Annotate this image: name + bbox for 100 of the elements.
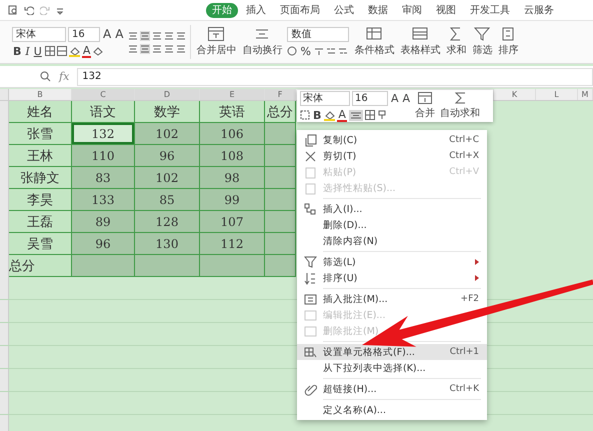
font-color-button[interactable]: A — [337, 108, 347, 122]
font-name-field[interactable]: 宋体 — [300, 90, 350, 106]
table-cell: 128 — [135, 211, 200, 233]
merge-icon — [208, 27, 224, 41]
menu-item[interactable]: 从下拉列表中选择(K)... — [297, 360, 428, 376]
menu-item[interactable]: 筛选(L) — [297, 254, 487, 270]
align-icon[interactable] — [176, 44, 186, 54]
table-cell: 102 — [135, 123, 200, 145]
conditional-format-button[interactable]: 条件格式 — [353, 27, 396, 57]
border-icon[interactable] — [44, 46, 55, 56]
column-header[interactable]: M — [578, 89, 593, 100]
ribbon-tab[interactable]: 开始 — [206, 2, 238, 18]
percent-button[interactable]: % — [299, 44, 312, 58]
align-icon[interactable] — [152, 44, 162, 54]
filter-button[interactable]: 筛选 — [471, 27, 494, 57]
decrease-font-button[interactable]: A — [402, 92, 412, 104]
table-cell: 姓名 — [9, 101, 72, 123]
sum-button[interactable]: 求和 — [445, 27, 468, 57]
zoom-icon[interactable] — [40, 71, 51, 82]
table-cell: 133 — [72, 189, 135, 211]
increase-font-button[interactable]: A — [102, 28, 112, 40]
increase-decimal-icon[interactable] — [326, 46, 336, 56]
italic-button[interactable]: I — [24, 44, 31, 58]
number-format-field[interactable]: 数值 — [287, 26, 350, 42]
align-icon[interactable] — [176, 30, 186, 40]
ribbon-tab[interactable]: 云服务 — [518, 2, 560, 18]
column-header[interactable]: F — [265, 89, 296, 100]
table-cell: 96 — [72, 233, 135, 255]
menu-item[interactable]: 插入批注(M)... +F2 — [297, 291, 487, 307]
column-header[interactable]: E — [200, 89, 265, 100]
decrease-font-button[interactable]: A — [114, 28, 124, 40]
align-icon[interactable] — [164, 44, 174, 54]
ribbon-tab[interactable]: 审阅 — [396, 2, 428, 18]
align-icon[interactable] — [140, 44, 150, 54]
align-icon[interactable] — [164, 30, 174, 40]
menu-item[interactable]: 超链接(H)... Ctrl+K — [297, 381, 487, 397]
autosum-button[interactable]: 自动求和 — [439, 92, 482, 120]
scissors-icon — [304, 150, 316, 162]
ribbon-tab[interactable]: 开发工具 — [464, 2, 516, 18]
thousands-icon[interactable] — [314, 46, 324, 56]
merge-button[interactable]: 合并 — [414, 92, 436, 120]
align-icon[interactable] — [128, 44, 138, 54]
column-header[interactable]: C — [72, 89, 135, 100]
funnel-icon — [304, 256, 316, 268]
format-painter-icon[interactable] — [376, 110, 387, 120]
ribbon-tab[interactable]: 数据 — [362, 2, 394, 18]
select-icon[interactable] — [300, 110, 310, 120]
formula-field[interactable]: 132 — [77, 68, 593, 86]
merge-center-button[interactable]: 合并居中 — [195, 27, 238, 57]
menu-item[interactable]: 复制(C) Ctrl+C — [297, 132, 487, 148]
align-icon[interactable] — [152, 30, 162, 40]
ribbon-tab[interactable]: 视图 — [430, 2, 462, 18]
align-icon[interactable] — [348, 110, 363, 120]
function-label: fx — [59, 70, 70, 83]
column-header[interactable]: K — [494, 89, 536, 100]
menu-item[interactable]: 定义名称(A)... — [297, 402, 388, 418]
table-style-button[interactable]: 表格样式 — [399, 27, 442, 57]
bold-button[interactable]: B — [312, 108, 322, 122]
align-icon[interactable] — [140, 30, 150, 40]
submenu-arrow-icon[interactable] — [475, 275, 479, 281]
column-header[interactable]: D — [135, 89, 200, 100]
eraser-icon[interactable] — [93, 46, 104, 56]
menu-item[interactable]: 剪切(T) Ctrl+X — [297, 148, 487, 164]
underline-button[interactable]: U — [32, 44, 43, 58]
currency-icon[interactable] — [287, 46, 298, 56]
font-size-field[interactable]: 16 — [68, 26, 100, 42]
menu-item[interactable]: 排序(U) — [297, 270, 487, 286]
table-cell: 99 — [200, 189, 265, 211]
wrap-text-button[interactable]: 自动换行 — [241, 27, 284, 57]
sigma-icon — [453, 92, 468, 104]
fill-color-icon[interactable] — [68, 46, 80, 56]
table-cell: 总分 — [265, 101, 296, 123]
menu-item[interactable]: 清除内容(N) — [297, 233, 380, 249]
fill-color-icon[interactable] — [324, 110, 336, 120]
table-cell: 108 — [200, 145, 265, 167]
table-cell: 吴雪 — [9, 233, 72, 255]
increase-font-button[interactable]: A — [390, 92, 400, 104]
column-header[interactable]: L — [536, 89, 578, 100]
border-icon[interactable] — [364, 110, 375, 120]
align-icon[interactable] — [128, 30, 138, 40]
print-preview-icon[interactable] — [8, 5, 18, 15]
bold-button[interactable]: B — [12, 44, 22, 58]
font-color-button[interactable]: A — [82, 44, 92, 58]
font-size-field[interactable]: 16 — [352, 90, 388, 106]
table-cell: 数学 — [135, 101, 200, 123]
menu-item[interactable]: 删除(D)... — [297, 217, 369, 233]
ribbon-tab[interactable]: 页面布局 — [274, 2, 326, 18]
submenu-arrow-icon[interactable] — [475, 259, 479, 265]
sort-button[interactable]: 排序 — [497, 27, 520, 57]
menu-item[interactable]: 插入(I)... — [297, 201, 364, 217]
ribbon-tab[interactable]: 公式 — [328, 2, 360, 18]
undo-icon[interactable] — [24, 5, 34, 15]
decrease-decimal-icon[interactable] — [338, 46, 348, 56]
font-name-field[interactable]: 宋体 — [12, 26, 66, 42]
menu-item[interactable]: 设置单元格格式(F)... Ctrl+1 — [297, 344, 487, 360]
table-cell: 总分 — [9, 255, 72, 277]
ribbon-tab[interactable]: 插入 — [240, 2, 272, 18]
table-cell: 98 — [200, 167, 265, 189]
table-cell: 王磊 — [9, 211, 72, 233]
cell-style-icon[interactable] — [56, 46, 67, 56]
